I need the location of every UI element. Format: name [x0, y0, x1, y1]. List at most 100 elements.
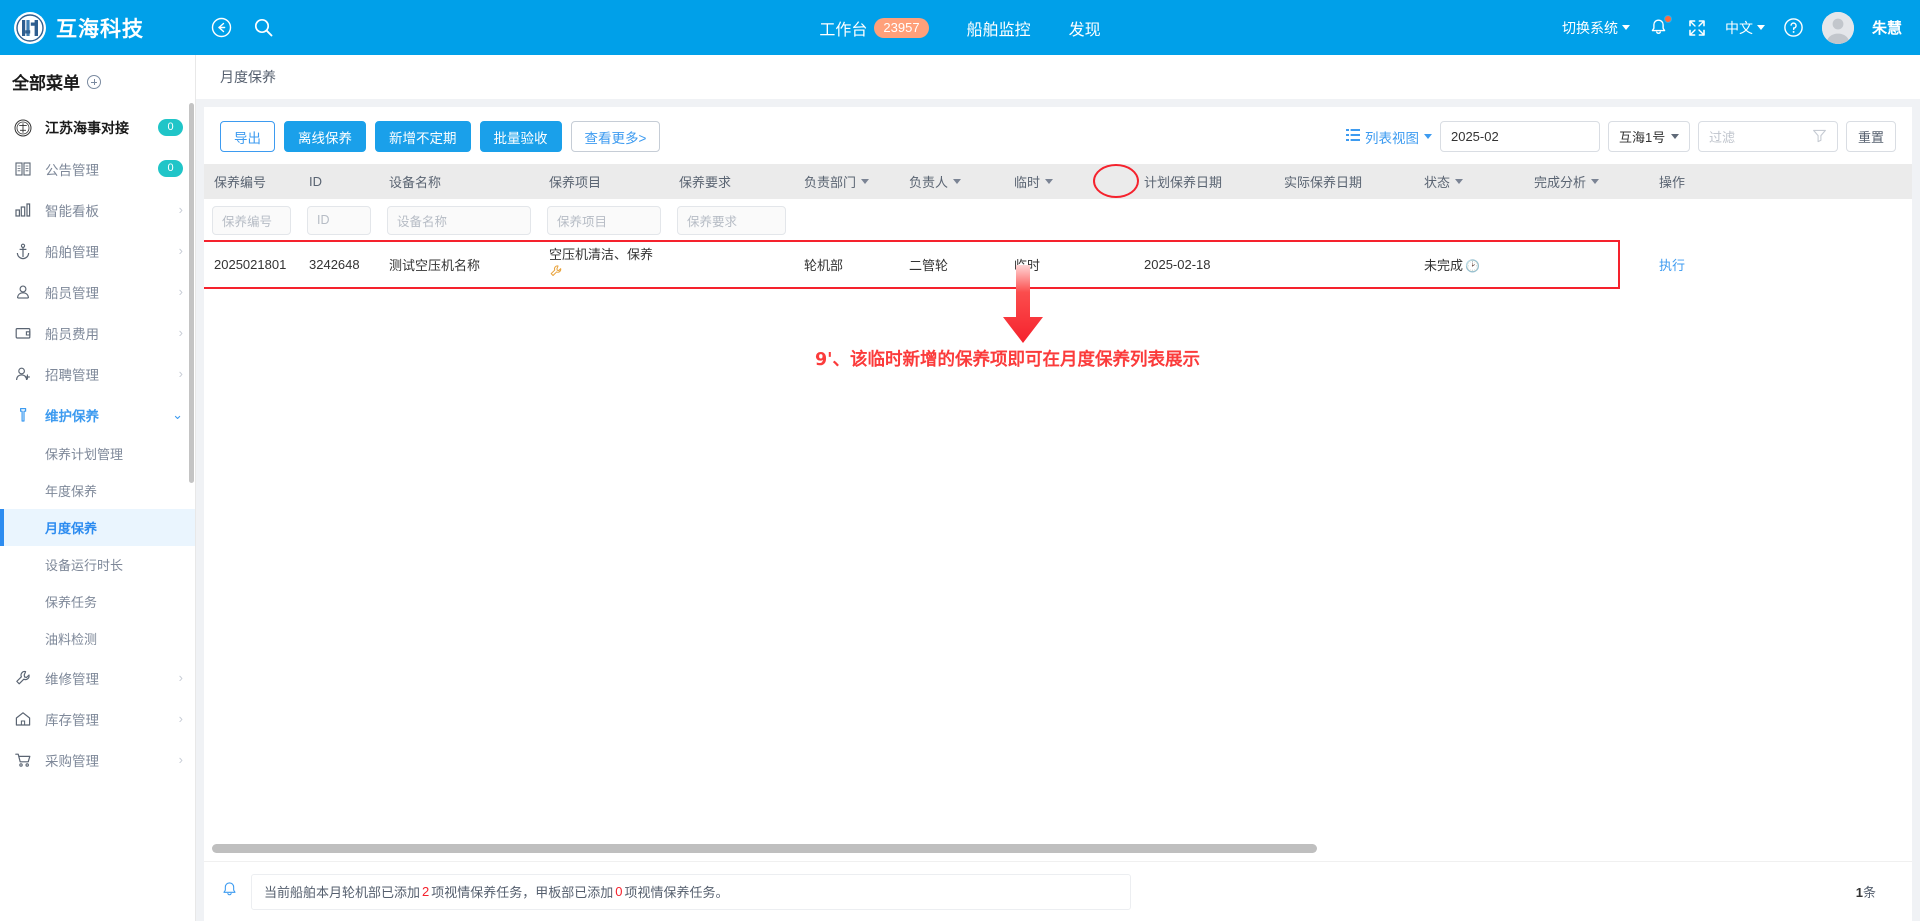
col-label: 操作 — [1659, 175, 1686, 190]
switch-system-button[interactable]: 切换系统 — [1562, 18, 1630, 38]
col-header-code: 保养编号 — [204, 164, 299, 199]
filter-cell-id: ID — [299, 199, 379, 241]
sidebar-item-crew-expense[interactable]: 船员费用 › — [0, 312, 195, 353]
filter-input-id[interactable]: ID — [307, 205, 371, 235]
sort-caret-icon[interactable] — [953, 179, 962, 184]
nav-item-workbench[interactable]: 工作台 23957 — [819, 16, 929, 40]
sidebar-item-repair-management[interactable]: 维修管理 › — [0, 657, 195, 698]
export-button[interactable]: 导出 — [220, 121, 275, 152]
toolbar-right: 列表视图 2025-02 互海1号 过滤 重置 — [1345, 121, 1896, 152]
sidebar-title-label: 全部菜单 — [12, 74, 80, 93]
sidebar-badge: 0 — [158, 160, 183, 177]
scrollbar-thumb[interactable] — [212, 844, 1317, 853]
plus-circle-icon[interactable] — [87, 74, 101, 89]
sidebar-subitem-maintenance-task[interactable]: 保养任务 — [0, 583, 195, 620]
nav-item-ship-monitor[interactable]: 船舶监控 — [967, 16, 1031, 40]
chevron-right-icon: › — [178, 243, 183, 258]
col-header-temporary[interactable]: 临时 — [1004, 164, 1134, 199]
sidebar-subitem-oil-detection[interactable]: 油料检测 — [0, 620, 195, 657]
execute-link[interactable]: 执行 — [1659, 258, 1685, 273]
sidebar-item-label: 维修管理 — [45, 671, 99, 687]
sidebar-item-ship-management[interactable]: 船舶管理 › — [0, 230, 195, 271]
sidebar-item-maintenance[interactable]: 维护保养 ⌄ — [0, 394, 195, 435]
col-header-person[interactable]: 负责人 — [899, 164, 1004, 199]
sidebar-subitem-equipment-runtime[interactable]: 设备运行时长 — [0, 546, 195, 583]
sidebar-item-label: 船员费用 — [45, 326, 99, 342]
sidebar-item-label: 采购管理 — [45, 753, 99, 769]
switch-system-label: 切换系统 — [1561, 19, 1618, 36]
header-right-actions: 切换系统 中文 朱慧 — [1562, 11, 1920, 44]
filter-cell-empty — [1524, 199, 1649, 241]
search-icon[interactable] — [246, 11, 280, 45]
list-view-label: 列表视图 — [1364, 130, 1419, 146]
sidebar-item-recruitment[interactable]: 招聘管理 › — [0, 353, 195, 394]
sort-caret-icon[interactable] — [1591, 179, 1600, 184]
add-irregular-button[interactable]: 新增不定期 — [375, 121, 471, 152]
anchor-icon — [12, 242, 34, 260]
status-badge: 未完成 — [1424, 258, 1464, 273]
filter-cell-empty — [1649, 199, 1912, 241]
sidebar-subitem-label: 设备运行时长 — [45, 558, 124, 573]
sidebar-scrollbar[interactable] — [189, 103, 194, 483]
sidebar-item-smart-board[interactable]: 智能看板 › — [0, 189, 195, 230]
sidebar-subitem-monthly-maintenance[interactable]: 月度保养 — [0, 509, 195, 546]
filter-input-equipment[interactable]: 设备名称 — [387, 205, 531, 235]
table-row[interactable]: 2025021801 3242648 测试空压机名称 空压机清洁、保养 轮机部 … — [204, 241, 1912, 288]
col-label: 负责人 — [909, 175, 949, 190]
sidebar-subitem-annual-maintenance[interactable]: 年度保养 — [0, 472, 195, 509]
notice-prefix: 当前船舶本月轮机部已添加 — [264, 885, 421, 900]
col-header-analysis[interactable]: 完成分析 — [1524, 164, 1649, 199]
sidebar-item-procurement[interactable]: 采购管理 › — [0, 739, 195, 780]
sort-caret-icon[interactable] — [1455, 179, 1464, 184]
col-header-department[interactable]: 负责部门 — [794, 164, 899, 199]
sidebar-subitem-maintenance-plan[interactable]: 保养计划管理 — [0, 435, 195, 472]
sidebar: 全部菜单 江苏海事对接 0 公告管理 0 智能看板 › 船舶管理 › 船员管理 … — [0, 55, 196, 921]
cell-item-text: 空压机清洁、保养 — [549, 247, 654, 263]
sidebar-item-label: 船员管理 — [45, 285, 99, 301]
col-header-status[interactable]: 状态 — [1414, 164, 1524, 199]
sidebar-item-announcement[interactable]: 公告管理 0 — [0, 148, 195, 189]
fullscreen-icon — [1689, 19, 1705, 36]
sidebar-item-jiangsu-maritime[interactable]: 江苏海事对接 0 — [0, 107, 195, 148]
col-header-actual-date: 实际保养日期 — [1274, 164, 1414, 199]
cell-plan-date: 2025-02-18 — [1134, 241, 1274, 288]
col-label: 设备名称 — [389, 175, 442, 190]
sort-caret-icon[interactable] — [1045, 179, 1054, 184]
sidebar-subitem-label: 月度保养 — [45, 521, 98, 536]
batch-acceptance-button[interactable]: 批量验收 — [479, 121, 562, 152]
chevron-right-icon: › — [178, 670, 183, 685]
filter-input-code[interactable]: 保养编号 — [212, 205, 291, 235]
fullscreen-button[interactable] — [1687, 18, 1707, 38]
sidebar-item-label: 库存管理 — [45, 712, 99, 728]
view-more-button[interactable]: 查看更多> — [570, 121, 661, 152]
ship-selector[interactable]: 互海1号 — [1607, 121, 1690, 152]
nav-item-discover[interactable]: 发现 — [1069, 16, 1101, 40]
col-label: 保养编号 — [214, 175, 267, 190]
list-view-selector[interactable]: 列表视图 — [1345, 127, 1432, 147]
nav-label: 发现 — [1068, 21, 1101, 39]
body: 全部菜单 江苏海事对接 0 公告管理 0 智能看板 › 船舶管理 › 船员管理 … — [0, 55, 1920, 921]
sort-caret-icon[interactable] — [861, 179, 870, 184]
sidebar-item-inventory[interactable]: 库存管理 › — [0, 698, 195, 739]
chevron-down-icon: ⌄ — [172, 407, 183, 422]
language-selector[interactable]: 中文 — [1725, 18, 1765, 38]
sidebar-item-label: 船舶管理 — [45, 244, 99, 260]
sidebar-item-crew-management[interactable]: 船员管理 › — [0, 271, 195, 312]
filter-input-item[interactable]: 保养项目 — [547, 205, 661, 235]
col-label: 状态 — [1424, 175, 1451, 190]
ship-selector-value: 互海1号 — [1618, 130, 1666, 145]
table-horizontal-scrollbar[interactable] — [204, 839, 1912, 861]
month-input[interactable]: 2025-02 — [1439, 121, 1600, 152]
back-arrow-icon[interactable] — [204, 11, 238, 45]
cart-icon — [12, 751, 34, 769]
filter-input-requirement[interactable]: 保养要求 — [677, 205, 786, 235]
nav-label: 工作台 — [819, 21, 868, 39]
offline-maintenance-button[interactable]: 离线保养 — [284, 121, 366, 152]
filter-input[interactable]: 过滤 — [1697, 121, 1838, 152]
clock-icon: 🕑 — [1465, 259, 1480, 273]
notification-bell-button[interactable] — [1648, 15, 1672, 38]
reset-button[interactable]: 重置 — [1845, 121, 1896, 152]
avatar[interactable] — [1821, 11, 1854, 44]
help-button[interactable] — [1783, 17, 1804, 38]
col-label: 实际保养日期 — [1284, 175, 1363, 190]
